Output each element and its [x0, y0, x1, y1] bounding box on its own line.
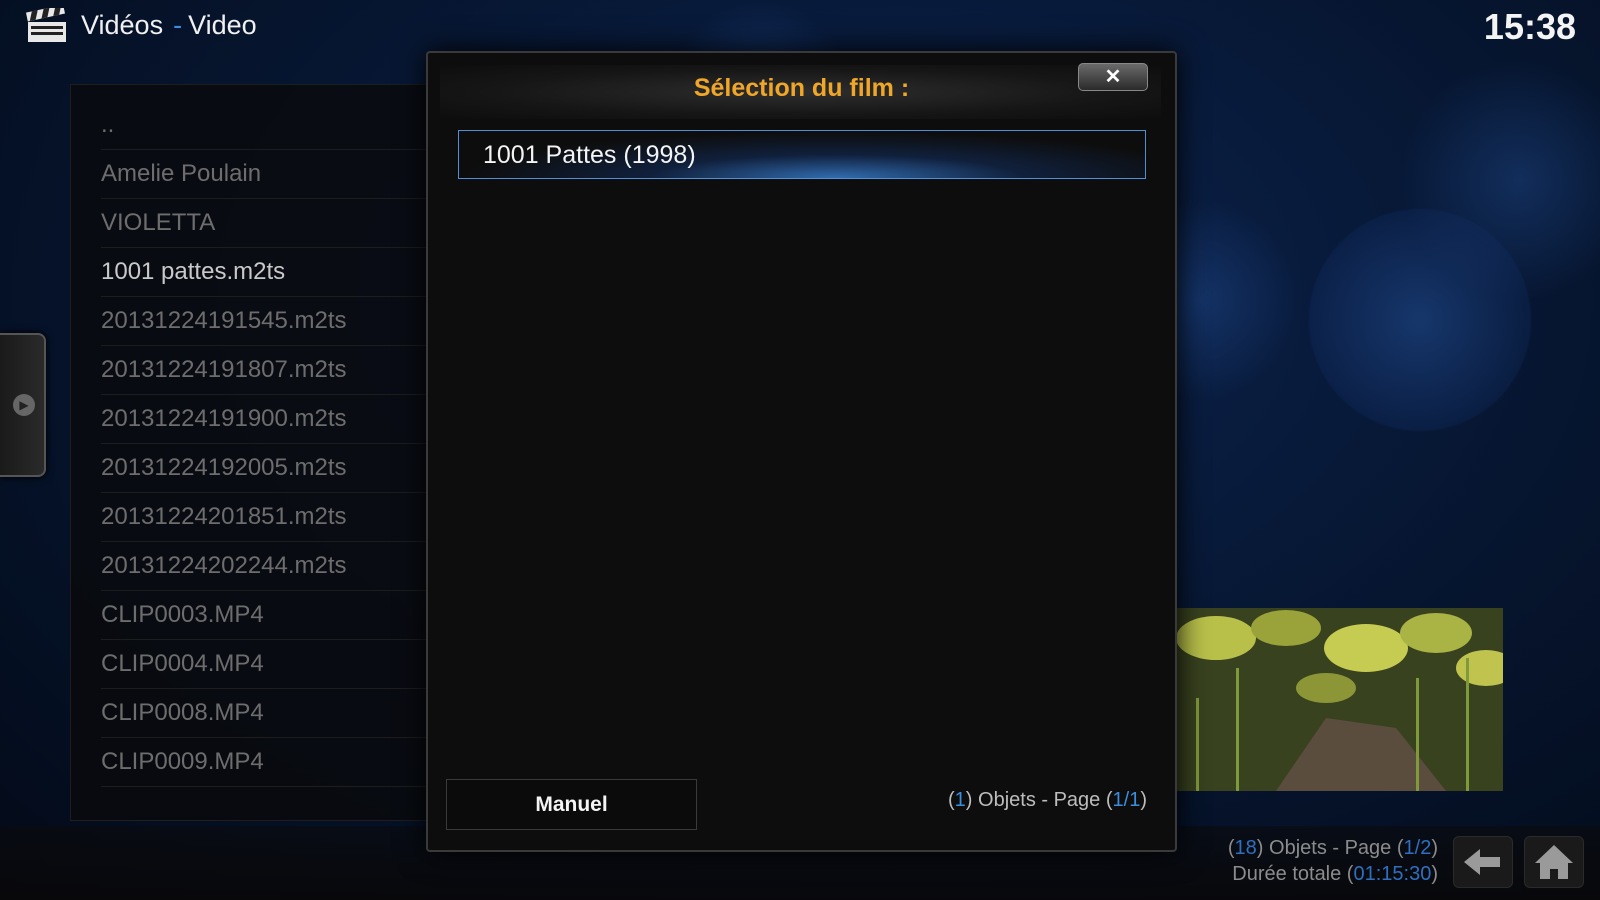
list-item[interactable]: CLIP0003.MP4 — [101, 590, 431, 640]
duration-close: ) — [1431, 863, 1438, 885]
list-item[interactable]: CLIP0008.MP4 — [101, 688, 431, 738]
back-arrow-icon — [1464, 849, 1500, 875]
file-list: .. Amelie Poulain VIOLETTA 1001 pattes.m… — [70, 84, 432, 821]
list-item[interactable]: Amelie Poulain — [101, 149, 431, 199]
list-item[interactable]: 20131224191545.m2ts — [101, 296, 431, 346]
movie-selection-dialog: Sélection du film : ✕ 1001 Pattes (1998)… — [426, 51, 1177, 852]
list-item[interactable]: CLIP0004.MP4 — [101, 639, 431, 689]
home-button[interactable] — [1524, 836, 1584, 888]
back-button[interactable] — [1453, 836, 1513, 888]
breadcrumb: Vidéos - Video — [81, 10, 257, 41]
breadcrumb-separator: - — [173, 10, 183, 40]
list-item[interactable]: 20131224191807.m2ts — [101, 345, 431, 395]
list-item[interactable]: 20131224202244.m2ts — [101, 541, 431, 591]
page-indicator: 1/2 — [1403, 837, 1432, 859]
dialog-title: Sélection du film : — [693, 74, 910, 102]
list-item-selected[interactable]: 1001 pattes.m2ts — [101, 247, 431, 297]
duration-value: 01:15:30 — [1353, 863, 1432, 885]
list-item[interactable]: 20131224191900.m2ts — [101, 394, 431, 444]
list-info: (18) Objets - Page (1/2) Durée totale (0… — [1228, 835, 1438, 887]
dialog-list-info: (1) Objets - Page (1/1) — [948, 789, 1147, 812]
duration-label: Durée totale ( — [1232, 863, 1354, 885]
dialog-item-count: 1 — [954, 789, 966, 811]
result-item-selected[interactable]: 1001 Pattes (1998) — [458, 130, 1146, 179]
dialog-page-indicator: 1/1 — [1112, 789, 1141, 811]
list-item[interactable]: .. — [101, 100, 431, 150]
clapperboard-icon — [26, 8, 66, 42]
count-open: ( — [1227, 837, 1235, 859]
top-bar: Vidéos - Video 15:38 — [0, 0, 1600, 52]
list-count: (18) Objets - Page (1/2) — [1228, 835, 1438, 861]
info-text: ) Objets - Page ( — [965, 789, 1113, 811]
info-close: ) — [1140, 789, 1147, 811]
list-item[interactable]: VIOLETTA — [101, 198, 431, 248]
home-icon — [1535, 845, 1573, 879]
manual-button[interactable]: Manuel — [446, 779, 697, 830]
close-button[interactable]: ✕ — [1078, 63, 1148, 91]
breadcrumb-subsection: Video — [188, 10, 257, 40]
close-icon: ✕ — [1104, 66, 1122, 88]
list-item[interactable]: CLIP0009.MP4 — [101, 737, 431, 787]
count-text: ) Objets - Page ( — [1256, 837, 1404, 859]
total-duration: Durée totale (01:15:30) — [1228, 861, 1438, 887]
info-open: ( — [948, 789, 955, 811]
clock: 15:38 — [1483, 6, 1576, 47]
item-count: 18 — [1234, 837, 1257, 859]
page-close: ) — [1431, 837, 1438, 859]
chevron-right-icon: ▶ — [13, 394, 35, 416]
list-item[interactable]: 20131224201851.m2ts — [101, 492, 431, 542]
breadcrumb-section: Vidéos — [81, 10, 164, 40]
list-item[interactable]: 20131224192005.m2ts — [101, 443, 431, 493]
result-label: 1001 Pattes (1998) — [483, 141, 696, 169]
side-menu-tab[interactable]: ▶ — [0, 333, 46, 477]
video-thumbnail — [1176, 608, 1503, 791]
